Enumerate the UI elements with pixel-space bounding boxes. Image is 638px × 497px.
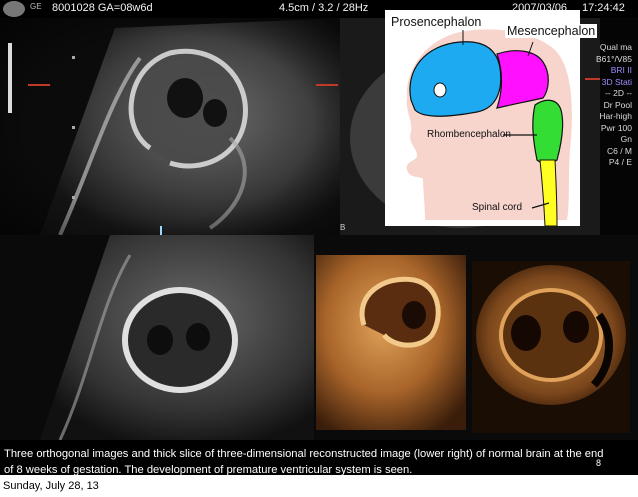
slide: GE 8001028 GA=08w6d 4.5cm / 3.2 / 28Hz 2… — [0, 0, 638, 475]
sidebar-parameter-line: Gn — [620, 134, 632, 144]
ge-logo-text: GE — [30, 2, 42, 11]
ultrasound-sagittal-image — [0, 18, 340, 235]
sidebar-parameter-line: P4 / E — [608, 157, 632, 167]
brain-vesicles-drawing — [406, 29, 572, 227]
reconstruction-3d-graphic — [316, 255, 630, 433]
sagittal-scan-graphic — [0, 18, 340, 235]
sidebar-parameter-line: 3D Stati — [601, 76, 632, 87]
sidebar-parameter-line: B61°/V85 — [595, 53, 632, 64]
label-prosencephalon: Prosencephalon — [391, 15, 482, 29]
sidebar-parameter-line: Dr Pool — [603, 99, 632, 110]
label-mesencephalon: Mesencephalon — [505, 24, 598, 38]
embryonic-brain-diagram: Prosencephalon Mesencephalon Rhombenceph… — [385, 10, 598, 227]
footer-date: Sunday, July 28, 13 — [3, 480, 99, 492]
sidebar-parameter-line: C6 / M — [606, 145, 632, 156]
exam-time-text: 17:24:42 — [582, 2, 625, 14]
slide-caption: Three orthogonal images and thick slice … — [4, 448, 604, 475]
label-rhombencephalon: Rhombencephalon — [427, 129, 511, 140]
sidebar-parameter-line: -- 2D -- — [605, 88, 632, 98]
panel-letter-b: B — [340, 223, 346, 232]
sidebar-parameter-line: Pwr 100 — [600, 122, 632, 133]
reconstruction-3d-panel — [314, 235, 638, 440]
ge-logo — [3, 1, 25, 17]
label-spinal-cord: Spinal cord — [472, 202, 523, 213]
sidebar-parameter-line: Har-high — [599, 111, 632, 121]
probe-settings-text: 4.5cm / 3.2 / 28Hz — [279, 2, 369, 14]
sidebar-parameter-line: Qual ma — [599, 42, 632, 52]
patient-id-text: 8001028 GA=08w6d — [52, 2, 153, 14]
sidebar-parameter-line: BRI II — [610, 65, 632, 75]
page-number: 8 — [596, 458, 602, 468]
ultrasound-axial-image: C — [0, 235, 314, 440]
axial-scan-graphic — [0, 235, 314, 440]
rhombencephalon-vesicle — [532, 99, 564, 165]
